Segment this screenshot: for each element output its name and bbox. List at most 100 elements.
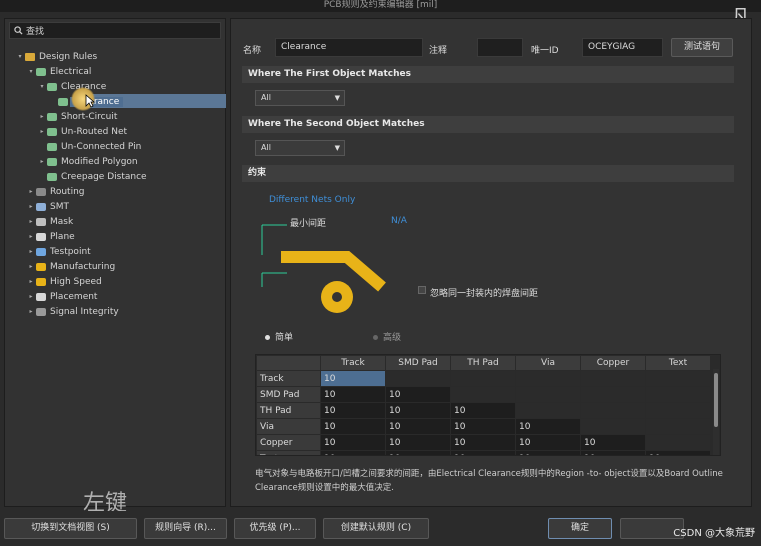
rule-wizard-button[interactable]: 规则向导 (R)... bbox=[144, 518, 227, 539]
tree-item-label: Routing bbox=[50, 186, 85, 197]
tree-item-creepage-distance[interactable]: Creepage Distance bbox=[5, 169, 225, 184]
clearance-icon bbox=[47, 157, 57, 166]
clearance-icon bbox=[47, 142, 57, 151]
row-header: Track bbox=[256, 370, 321, 387]
switch-doc-view-button[interactable]: 切换到文档视图 (S) bbox=[4, 518, 137, 539]
tree-item-label: Mask bbox=[50, 216, 74, 227]
clearance-matrix: Track SMD Pad TH Pad Via Copper Text Track 10 S… bbox=[255, 354, 721, 456]
clearance-cell[interactable]: 10 bbox=[320, 370, 386, 387]
matrix-scrollbar[interactable] bbox=[713, 369, 719, 455]
clearance-cell[interactable]: 10 bbox=[385, 418, 451, 435]
clearance-cell[interactable]: 10 bbox=[320, 418, 386, 435]
clearance-cell[interactable]: 10 bbox=[450, 450, 516, 455]
expand-arrow-icon[interactable]: ▸ bbox=[26, 233, 36, 240]
name-label: 名称 bbox=[243, 46, 262, 56]
expand-arrow-icon[interactable]: ▸ bbox=[37, 128, 47, 135]
tree-item-design-rules[interactable]: ▾ Design Rules bbox=[5, 49, 225, 64]
tree-item-un-connected-pin[interactable]: Un-Connected Pin bbox=[5, 139, 225, 154]
expand-arrow-icon[interactable]: ▸ bbox=[26, 308, 36, 315]
expand-arrow-icon[interactable]: ▸ bbox=[26, 263, 36, 270]
clearance-cell[interactable]: 10 bbox=[580, 450, 646, 455]
priority-button[interactable]: 优先级 (P)... bbox=[234, 518, 316, 539]
tree-item-electrical[interactable]: ▾ Electrical bbox=[5, 64, 225, 79]
window-title: PCB规则及约束编辑器 [mil] bbox=[0, 0, 761, 12]
first-match-value: All bbox=[261, 93, 271, 102]
tree-item-high-speed[interactable]: ▸ High Speed bbox=[5, 274, 225, 289]
first-match-dropdown[interactable]: All ▼ bbox=[255, 90, 345, 106]
search-box[interactable]: 查找 bbox=[9, 22, 221, 39]
clearance-cell[interactable]: 10 bbox=[320, 434, 386, 451]
clearance-cell[interactable]: 10 bbox=[385, 402, 451, 419]
tree-item-clearance[interactable]: ▾Clearance bbox=[5, 79, 225, 94]
collapse-arrow-icon[interactable]: ▾ bbox=[37, 83, 47, 90]
expand-arrow-icon[interactable]: ▸ bbox=[26, 218, 36, 225]
test-query-button[interactable]: 测试语句 bbox=[671, 38, 733, 57]
clearance-cell[interactable]: 10 bbox=[515, 434, 581, 451]
ok-button[interactable]: 确定 bbox=[548, 518, 612, 539]
create-default-rules-button[interactable]: 创建默认规则 (C) bbox=[323, 518, 429, 539]
expand-arrow-icon[interactable]: ▸ bbox=[26, 248, 36, 255]
ignore-pad-checkbox[interactable] bbox=[418, 286, 426, 294]
clearance-cell[interactable]: 10 bbox=[320, 450, 386, 455]
comment-field[interactable] bbox=[477, 38, 523, 57]
rules-tree-panel: 查找 ▾Design Rules▾Electrical▾ClearanceCle… bbox=[4, 18, 226, 516]
collapse-arrow-icon[interactable]: ▾ bbox=[26, 68, 36, 75]
clearance-cell[interactable]: 10 bbox=[450, 418, 516, 435]
tree-item-label: Signal Integrity bbox=[50, 306, 119, 317]
bottom-toolbar: 切换到文档视图 (S) 规则向导 (R)... 优先级 (P)... 创建默认规… bbox=[0, 511, 761, 546]
clearance-cell[interactable]: 10 bbox=[385, 386, 451, 403]
tree-item-un-routed-net[interactable]: ▸ Un-Routed Net bbox=[5, 124, 225, 139]
advanced-mode-radio[interactable]: 高级 bbox=[373, 330, 401, 343]
clearance-cell bbox=[580, 386, 646, 403]
clearance-cell bbox=[645, 418, 711, 435]
tree-item-routing[interactable]: ▸ Routing bbox=[5, 184, 225, 199]
rule-icon bbox=[58, 97, 68, 106]
uid-field[interactable]: OCEYGIAG bbox=[582, 38, 663, 57]
placement-icon bbox=[36, 292, 46, 301]
net-scope-selector[interactable]: Different Nets Only bbox=[269, 195, 355, 205]
expand-arrow-icon[interactable]: ▸ bbox=[26, 188, 36, 195]
expand-arrow-icon[interactable]: ▸ bbox=[37, 113, 47, 120]
clearance-cell[interactable]: 10 bbox=[515, 450, 581, 455]
clearance-cell[interactable]: 10 bbox=[385, 434, 451, 451]
tree-item-label: Un-Routed Net bbox=[61, 126, 128, 137]
collapse-arrow-icon[interactable]: ▾ bbox=[15, 53, 25, 60]
clearance-cell[interactable]: 10 bbox=[515, 418, 581, 435]
tree-item-manufacturing[interactable]: ▸ Manufacturing bbox=[5, 259, 225, 274]
clearance-cell[interactable]: 10 bbox=[580, 434, 646, 451]
scrollbar-thumb[interactable] bbox=[714, 373, 718, 427]
table-row: SMD Pad 10 10 bbox=[256, 386, 711, 403]
rule-description: 电气对象与电路板开口/凹槽之间要求的间距，由Electrical Clearan… bbox=[255, 469, 723, 493]
tree-item-clearance[interactable]: Clearance bbox=[5, 94, 225, 109]
table-row: Track 10 bbox=[256, 370, 711, 387]
expand-arrow-icon[interactable]: ▸ bbox=[26, 203, 36, 210]
tree-item-smt[interactable]: ▸ SMT bbox=[5, 199, 225, 214]
table-row: Copper 10 10 10 10 10 bbox=[256, 434, 711, 451]
radio-unselected-icon bbox=[373, 335, 378, 340]
search-input[interactable]: 查找 bbox=[26, 24, 44, 37]
tree-item-short-circuit[interactable]: ▸ Short-Circuit bbox=[5, 109, 225, 124]
clearance-cell[interactable]: 10 bbox=[320, 402, 386, 419]
tree-item-signal-integrity[interactable]: ▸ Signal Integrity bbox=[5, 304, 225, 319]
tree-item-testpoint[interactable]: ▸ Testpoint bbox=[5, 244, 225, 259]
clearance-cell bbox=[515, 386, 581, 403]
name-field[interactable]: Clearance bbox=[275, 38, 423, 57]
tree-item-plane[interactable]: ▸ Plane bbox=[5, 229, 225, 244]
tree-item-placement[interactable]: ▸ Placement bbox=[5, 289, 225, 304]
clearance-cell[interactable]: 10 bbox=[450, 402, 516, 419]
expand-arrow-icon[interactable]: ▸ bbox=[26, 278, 36, 285]
clearance-cell[interactable]: 10 bbox=[450, 434, 516, 451]
ignore-pad-label: 忽略同一封装内的焊盘间距 bbox=[430, 289, 539, 299]
expand-arrow-icon[interactable]: ▸ bbox=[37, 158, 47, 165]
clearance-cell[interactable]: 10 bbox=[385, 450, 451, 455]
clearance-cell[interactable]: 10 bbox=[645, 450, 711, 455]
tree-item-modified-polygon[interactable]: ▸ Modified Polygon bbox=[5, 154, 225, 169]
simple-mode-radio[interactable]: 简单 bbox=[265, 330, 293, 343]
tree-item-label: Creepage Distance bbox=[61, 171, 147, 182]
second-match-header: Where The Second Object Matches bbox=[242, 116, 734, 133]
second-match-dropdown[interactable]: All ▼ bbox=[255, 140, 345, 156]
tree-item-mask[interactable]: ▸ Mask bbox=[5, 214, 225, 229]
expand-arrow-icon[interactable]: ▸ bbox=[26, 293, 36, 300]
clearance-cell[interactable]: 10 bbox=[320, 386, 386, 403]
advanced-mode-label: 高级 bbox=[383, 333, 402, 343]
